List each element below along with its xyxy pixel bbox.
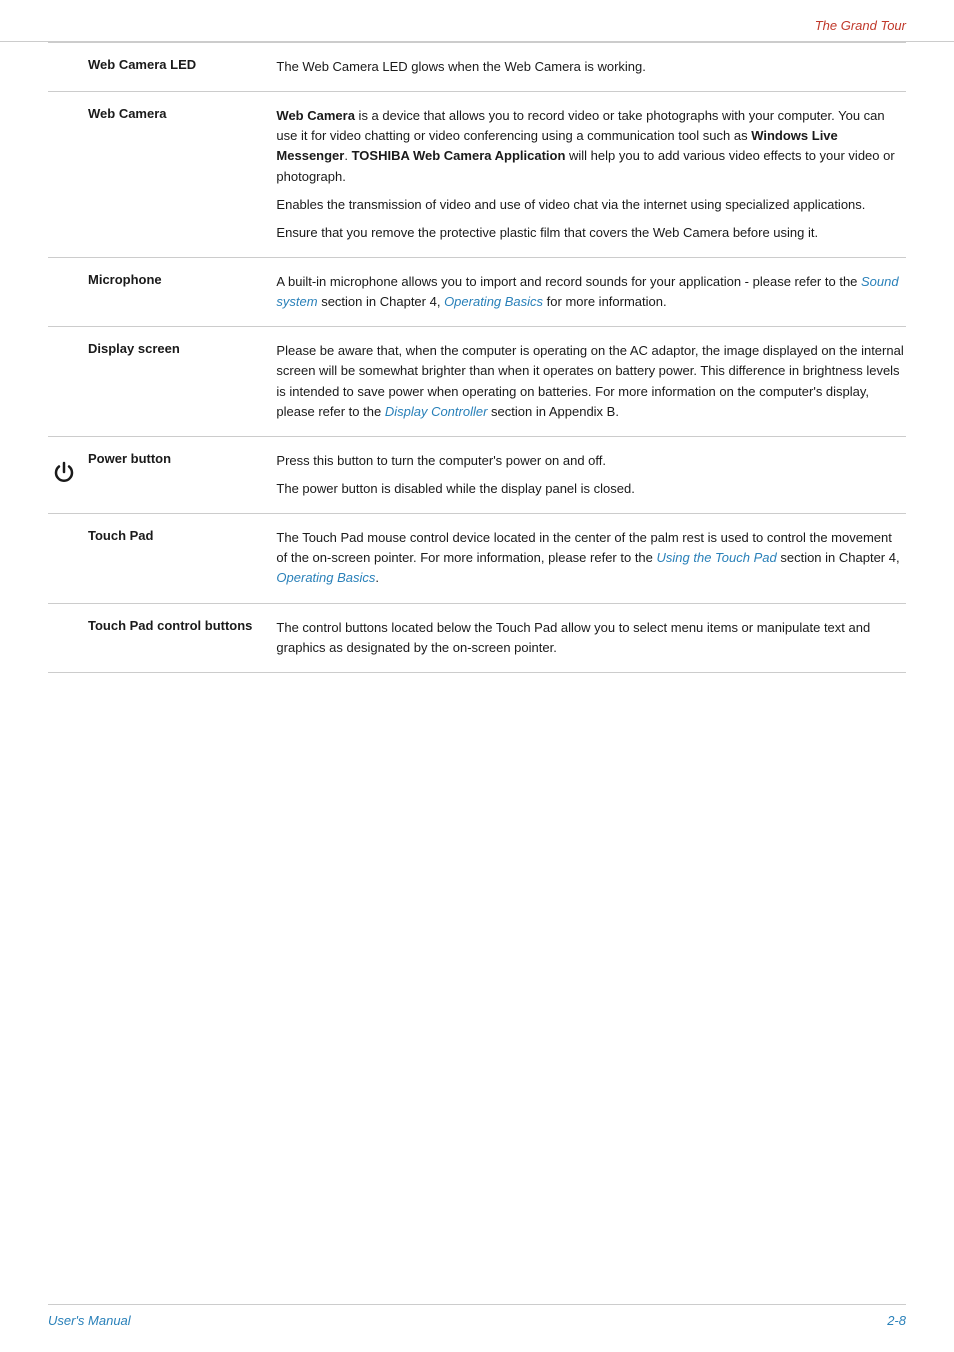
table-row: Microphone A built-in microphone allows …: [48, 257, 906, 326]
term-cell: Microphone: [88, 257, 268, 326]
desc-paragraph: The Web Camera LED glows when the Web Ca…: [276, 57, 906, 77]
page-header: The Grand Tour: [0, 0, 954, 42]
desc-paragraph: Web Camera is a device that allows you t…: [276, 106, 906, 187]
term-cell: Power button: [88, 436, 268, 513]
table-row: Touch Pad control buttons The control bu…: [48, 603, 906, 672]
table-row: Touch Pad The Touch Pad mouse control de…: [48, 514, 906, 603]
desc-cell: The control buttons located below the To…: [268, 603, 906, 672]
icon-cell: [48, 603, 88, 672]
table-row: Display screen Please be aware that, whe…: [48, 327, 906, 437]
term-cell: Touch Pad control buttons: [88, 603, 268, 672]
icon-cell: [48, 514, 88, 603]
term-cell: Display screen: [88, 327, 268, 437]
table-row: Web Camera LED The Web Camera LED glows …: [48, 43, 906, 92]
desc-cell: The Web Camera LED glows when the Web Ca…: [268, 43, 906, 92]
icon-cell: [48, 43, 88, 92]
power-icon-cell: [48, 436, 88, 513]
table-row: Web Camera Web Camera is a device that a…: [48, 92, 906, 258]
header-title: The Grand Tour: [815, 18, 906, 33]
operating-basics-link[interactable]: Operating Basics: [444, 294, 543, 309]
icon-cell: [48, 327, 88, 437]
desc-cell: Press this button to turn the computer's…: [268, 436, 906, 513]
desc-paragraph: The Touch Pad mouse control device locat…: [276, 528, 906, 588]
desc-cell: Please be aware that, when the computer …: [268, 327, 906, 437]
desc-cell: The Touch Pad mouse control device locat…: [268, 514, 906, 603]
desc-paragraph: Enables the transmission of video and us…: [276, 195, 906, 215]
main-content: Web Camera LED The Web Camera LED glows …: [0, 42, 954, 713]
term-cell: Web Camera LED: [88, 43, 268, 92]
sound-system-link[interactable]: Sound system: [276, 274, 898, 309]
touch-pad-link[interactable]: Using the Touch Pad: [657, 550, 777, 565]
display-controller-link[interactable]: Display Controller: [385, 404, 488, 419]
content-table: Web Camera LED The Web Camera LED glows …: [48, 42, 906, 673]
desc-paragraph: Press this button to turn the computer's…: [276, 451, 906, 471]
icon-cell: [48, 92, 88, 258]
desc-cell: A built-in microphone allows you to impo…: [268, 257, 906, 326]
desc-paragraph: The control buttons located below the To…: [276, 618, 906, 658]
term-cell: Touch Pad: [88, 514, 268, 603]
desc-paragraph: The power button is disabled while the d…: [276, 479, 906, 499]
table-row: Power button Press this button to turn t…: [48, 436, 906, 513]
term-cell: Web Camera: [88, 92, 268, 258]
page-footer: User's Manual 2-8: [48, 1304, 906, 1328]
power-icon: [50, 459, 78, 487]
desc-cell: Web Camera is a device that allows you t…: [268, 92, 906, 258]
footer-page-number: 2-8: [887, 1313, 906, 1328]
desc-paragraph: Ensure that you remove the protective pl…: [276, 223, 906, 243]
footer-manual-label: User's Manual: [48, 1313, 131, 1328]
desc-paragraph: Please be aware that, when the computer …: [276, 341, 906, 422]
operating-basics-link2[interactable]: Operating Basics: [276, 570, 375, 585]
icon-cell: [48, 257, 88, 326]
desc-paragraph: A built-in microphone allows you to impo…: [276, 272, 906, 312]
